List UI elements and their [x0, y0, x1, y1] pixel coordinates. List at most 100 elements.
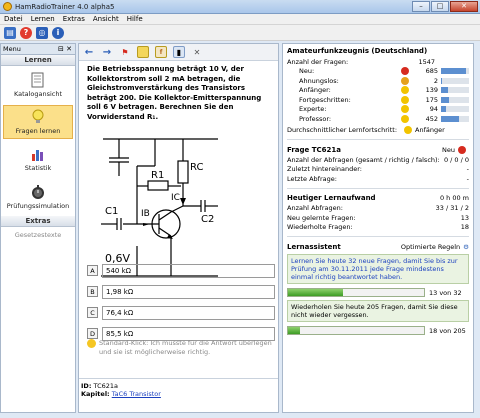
- stats-level-row: Anfänger: 139: [287, 86, 469, 96]
- new-questions-progress: 13 von 32: [287, 288, 469, 297]
- chart-toggle-icon[interactable]: ▮: [173, 46, 185, 58]
- rc-label: RC: [190, 162, 203, 173]
- sidebar-item-label: Prüfungssimulation: [6, 202, 70, 210]
- assistent-repeat-box: Wiederholen Sie heute 205 Fragen, damit …: [287, 300, 469, 322]
- id-label: ID:: [81, 382, 92, 390]
- answer-d-button[interactable]: D: [87, 328, 98, 339]
- settings-icon[interactable]: ⚙: [463, 243, 469, 251]
- app-icon: [3, 2, 12, 11]
- frage-row: Letzte Abfrage: -: [287, 174, 469, 183]
- level-smiley-icon: [404, 126, 412, 135]
- r1-label: R1: [151, 170, 164, 181]
- answer-a-text[interactable]: 540 kΩ: [102, 263, 275, 278]
- aufwand-row: Anzahl Abfragen: 33 / 31 / 2: [287, 204, 469, 213]
- ic-label: IC: [171, 193, 180, 203]
- sidebar-item-fragen-lernen[interactable]: Fragen lernen: [3, 105, 73, 139]
- assistent-header: Lernassistent Optimierte Regeln ⚙: [287, 241, 469, 252]
- question-meta: ID: TC621a Kapitel: TaC6 Transistor: [79, 378, 278, 412]
- menu-datei[interactable]: Datei: [0, 15, 27, 23]
- question-toolbar: ← → ⚑ f ▮ ✕: [79, 44, 278, 61]
- tools-icon[interactable]: ✕: [191, 46, 203, 58]
- menu-extras[interactable]: Extras: [59, 15, 89, 23]
- stats-level-label: Experte:: [299, 105, 327, 114]
- stats-level-row: Fortgeschritten: 175: [287, 95, 469, 105]
- assistent-title: Lernassistent: [287, 242, 341, 251]
- sidebar-section-extras: Extras: [1, 216, 75, 227]
- stats-level-fill: [441, 87, 448, 94]
- kapitel-link[interactable]: TaC6 Transistor: [112, 390, 161, 398]
- aufwand-row: Neu gelernte Fragen: 13: [287, 213, 469, 222]
- menu-hilfe[interactable]: Hilfe: [123, 15, 147, 23]
- stats-avg-label: Durchschnittlicher Lernfortschritt:: [287, 126, 398, 135]
- menu-bar: Datei Lernen Extras Ansicht Hilfe: [0, 14, 480, 25]
- stats-level-fill: [441, 68, 467, 75]
- forward-arrow-icon[interactable]: →: [101, 46, 113, 58]
- menu-ansicht[interactable]: Ansicht: [89, 15, 123, 23]
- answer-a-button[interactable]: A: [87, 265, 98, 276]
- flag-icon[interactable]: ⚑: [119, 46, 131, 58]
- stats-avg-row: Durchschnittlicher Lernfortschritt: Anfä…: [287, 126, 469, 136]
- answer-c-text[interactable]: 76,4 kΩ: [102, 305, 275, 320]
- stats-level-label: Fortgeschritten:: [299, 95, 351, 104]
- sidebar-item-statistik[interactable]: Statistik: [1, 140, 75, 178]
- level-smiley-icon: [401, 76, 409, 85]
- stats-level-row: Experte: 94: [287, 105, 469, 115]
- frage-header: Frage TC621a Neu: [287, 144, 469, 155]
- answer-c[interactable]: C 76,4 kΩ: [87, 304, 275, 321]
- stats-level-row: Ahnungslos: 2: [287, 76, 469, 86]
- stats-level-fill: [441, 106, 447, 113]
- sidebar-controls[interactable]: ⊟ ✕: [58, 45, 72, 53]
- aufwand-title: Heutiger Lernaufwand: [287, 194, 376, 202]
- hint-text: Standard-Klick: Ich musste für die Antwo…: [99, 339, 272, 356]
- click-hint: Standard-Klick: Ich musste für die Antwo…: [87, 339, 277, 356]
- info-icon[interactable]: i: [52, 26, 64, 39]
- stats-level-fill: [441, 96, 450, 103]
- lightbulb-icon: [32, 109, 44, 123]
- note-icon[interactable]: [137, 46, 149, 58]
- repeat-questions-fill: [288, 327, 300, 334]
- stats-title: Amateurfunkzeugnis (Deutschland): [287, 47, 428, 55]
- c1-label: C1: [105, 206, 118, 217]
- menu-lernen[interactable]: Lernen: [27, 15, 59, 23]
- answer-b[interactable]: B 1,98 kΩ: [87, 283, 275, 300]
- stats-panel: Amateurfunkzeugnis (Deutschland) Anzahl …: [282, 43, 474, 413]
- new-questions-bar: [287, 288, 425, 297]
- answer-b-text[interactable]: 1,98 kΩ: [102, 284, 275, 299]
- back-arrow-icon[interactable]: ←: [83, 46, 95, 58]
- question-panel: ← → ⚑ f ▮ ✕ Die Betriebsspannung beträgt…: [78, 43, 279, 413]
- help-icon[interactable]: ?: [20, 26, 32, 39]
- answer-list: A 540 kΩ B 1,98 kΩ C 76,4 kΩ D 85,5 kΩ: [87, 262, 275, 346]
- open-icon[interactable]: ▤: [4, 26, 16, 39]
- maximize-button[interactable]: □: [431, 1, 449, 12]
- statistics-icon: [32, 150, 43, 161]
- sidebar-item-label: Katalogansicht: [13, 90, 63, 98]
- main-toolbar: ▤ ? ◎ i: [0, 25, 480, 41]
- answer-b-button[interactable]: B: [87, 286, 98, 297]
- sidebar-item-gesetzestexte[interactable]: Gesetzestexte: [1, 231, 75, 239]
- ib-label: IB: [141, 209, 150, 219]
- sidebar-item-pruefungssimulation[interactable]: Prüfungssimulation: [1, 178, 75, 216]
- sidebar: Menu ⊟ ✕ Lernen Katalogansicht Fragen le…: [0, 43, 76, 413]
- stats-level-fill: [441, 115, 460, 122]
- assistent-mode[interactable]: Optimierte Regeln: [401, 243, 460, 251]
- new-questions-fill: [288, 289, 344, 296]
- sidebar-item-label: Fragen lernen: [15, 127, 61, 135]
- sidebar-item-katalogansicht[interactable]: Katalogansicht: [1, 66, 75, 104]
- stats-level-value: 452: [425, 114, 438, 123]
- repeat-questions-progress: 18 von 205: [287, 326, 469, 335]
- formula-icon[interactable]: f: [155, 46, 167, 58]
- question-text: Die Betriebsspannung beträgt 10 V, der K…: [87, 65, 262, 121]
- stats-level-label: Neu:: [299, 67, 315, 76]
- answer-a[interactable]: A 540 kΩ: [87, 262, 275, 279]
- stats-level-row: Professor: 452: [287, 114, 469, 124]
- aufwand-time: 0 h 00 m: [439, 194, 469, 202]
- stats-level-bar: [441, 96, 469, 103]
- minimize-button[interactable]: –: [412, 1, 430, 12]
- answer-c-button[interactable]: C: [87, 307, 98, 318]
- stats-level-bar: [441, 115, 469, 122]
- stats-level-label: Anfänger:: [299, 86, 331, 95]
- stop-icon[interactable]: ◎: [36, 26, 48, 39]
- question-status-icon: [458, 145, 466, 154]
- close-button[interactable]: ✕: [450, 1, 478, 12]
- catalog-icon: [31, 72, 44, 88]
